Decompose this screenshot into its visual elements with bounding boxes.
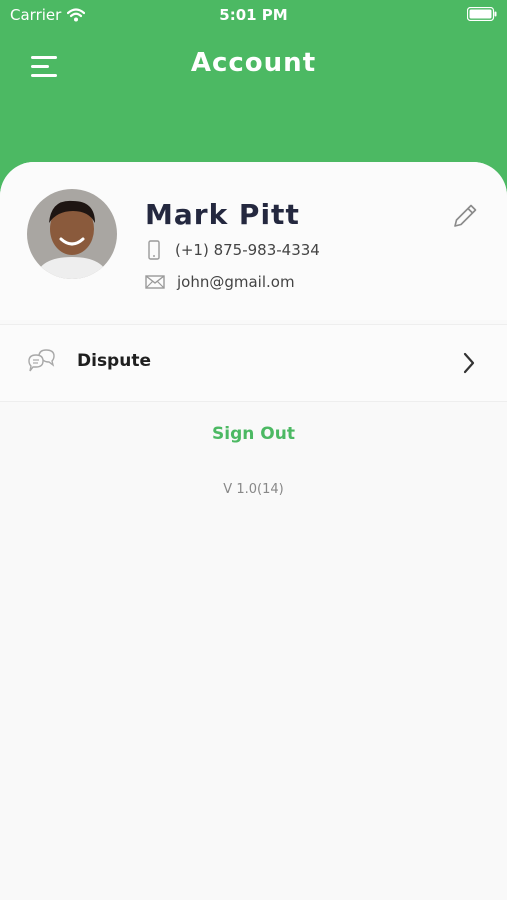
avatar[interactable] <box>27 189 117 279</box>
menu-item-dispute-label: Dispute <box>77 351 151 371</box>
app-version: V 1.0(14) <box>223 482 284 497</box>
chat-bubbles-icon <box>28 349 55 372</box>
battery-icon <box>467 7 497 21</box>
phone-row: (+1) 875-983-4334 <box>145 240 320 260</box>
avatar-image <box>27 189 117 279</box>
user-name: Mark Pitt <box>145 198 300 231</box>
chevron-right-icon <box>463 352 475 374</box>
page-title: Account <box>190 48 317 78</box>
status-bar: Carrier 5:01 PM <box>0 0 507 30</box>
phone-number: (+1) 875-983-4334 <box>175 241 320 259</box>
menu-item-dispute[interactable]: Dispute <box>0 324 507 402</box>
phone-icon <box>148 240 160 260</box>
email-row: john@gmail.om <box>145 273 295 291</box>
mail-icon <box>145 275 165 289</box>
profile-section: Mark Pitt (+1) 875-983-4334 john@gmail.o… <box>0 162 507 320</box>
account-card: Mark Pitt (+1) 875-983-4334 john@gmail.o… <box>0 162 507 900</box>
email-address: john@gmail.om <box>177 273 295 291</box>
status-time: 5:01 PM <box>219 6 288 24</box>
sign-out-button[interactable]: Sign Out <box>0 424 507 444</box>
edit-pencil-icon[interactable] <box>449 200 481 232</box>
